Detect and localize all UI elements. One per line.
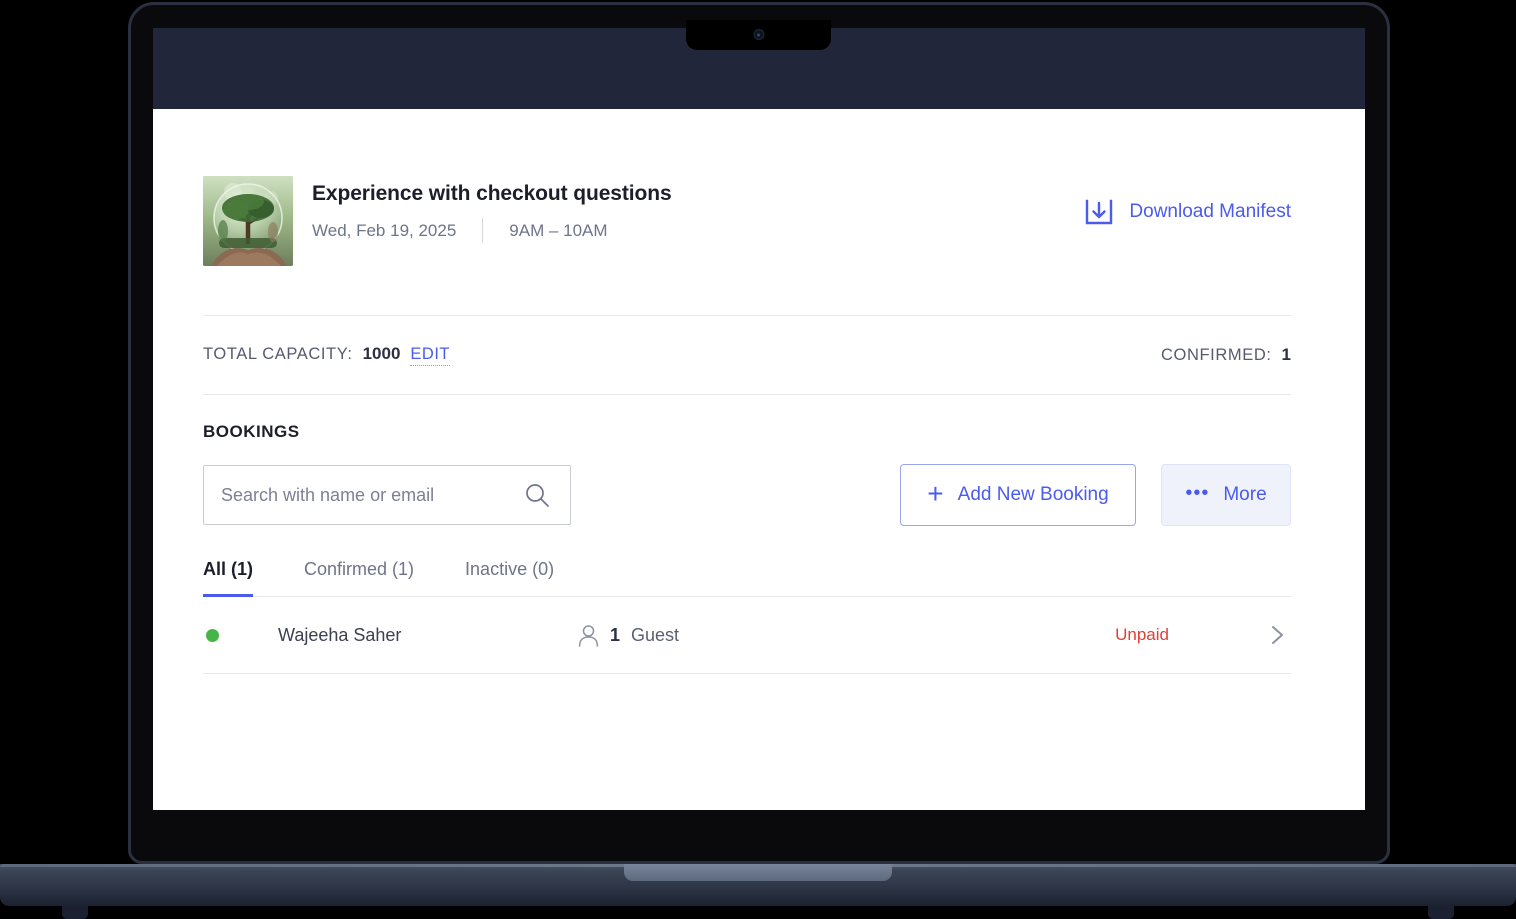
download-manifest-label: Download Manifest [1129,201,1291,222]
tab-inactive[interactable]: Inactive (0) [465,559,554,597]
more-button[interactable]: ••• More [1161,464,1291,526]
add-new-booking-label: Add New Booking [957,484,1109,505]
person-icon [578,624,599,647]
laptop-foot-left [62,906,88,919]
tab-confirmed[interactable]: Confirmed (1) [304,559,414,597]
download-tray-icon [1083,196,1115,228]
booking-guest-name: Wajeeha Saher [278,624,402,645]
event-time: 9AM – 10AM [509,220,608,240]
bookings-tabs: All (1) Confirmed (1) Inactive (0) [203,559,1291,597]
event-header: Experience with checkout questions Wed, … [203,109,1291,266]
total-capacity-group: TOTAL CAPACITY: 1000 EDIT [203,344,451,366]
table-row[interactable]: Wajeeha Saher 1 Guest Unpaid [203,597,1291,674]
booking-management-app: Experience with checkout questions Wed, … [153,109,1365,810]
event-datetime: Wed, Feb 19, 2025 9AM – 10AM [312,218,672,243]
plus-icon: + [927,477,944,509]
laptop-base [0,864,1516,906]
webcam-notch [686,20,831,50]
page-title: Experience with checkout questions [312,182,672,205]
total-capacity-label: TOTAL CAPACITY: [203,345,353,363]
ellipsis-icon: ••• [1185,481,1210,504]
capacity-divider [203,394,1291,395]
tab-all[interactable]: All (1) [203,559,254,597]
camera-icon [753,29,764,40]
bookings-controls: + Add New Booking ••• More [203,464,1291,526]
status-badge: Unpaid [1115,625,1169,644]
event-date: Wed, Feb 19, 2025 [312,220,457,240]
bookings-action-buttons: + Add New Booking ••• More [900,464,1291,526]
booking-guest-count: 1 Guest [578,624,838,647]
confirmed-label: CONFIRMED: [1161,346,1272,364]
event-thumbnail [203,176,293,266]
laptop-base-lip [624,864,892,881]
more-label: More [1223,484,1267,505]
screenshot-stage: Experience with checkout questions Wed, … [0,0,1516,919]
guest-count-word: Guest [631,624,680,645]
search-input[interactable] [204,466,570,524]
confirmed-value: 1 [1281,345,1291,364]
chevron-right-icon[interactable] [1266,624,1288,646]
laptop-foot-right [1428,906,1454,919]
total-capacity-value: 1000 [362,344,401,363]
download-manifest-button[interactable]: Download Manifest [1083,196,1291,228]
laptop-screen: Experience with checkout questions Wed, … [153,28,1365,810]
search-box[interactable] [203,465,571,525]
event-summary: Experience with checkout questions Wed, … [203,176,672,266]
add-new-booking-button[interactable]: + Add New Booking [900,464,1136,526]
edit-capacity-link[interactable]: EDIT [410,345,451,366]
capacity-row: TOTAL CAPACITY: 1000 EDIT CONFIRMED: 1 [203,316,1291,394]
confirmed-group: CONFIRMED: 1 [1161,345,1291,365]
status-dot [206,628,219,642]
bookings-section-title: BOOKINGS [203,422,300,441]
guest-count-value: 1 [610,624,621,645]
event-text-block: Experience with checkout questions Wed, … [312,176,672,243]
meta-divider [482,218,484,243]
